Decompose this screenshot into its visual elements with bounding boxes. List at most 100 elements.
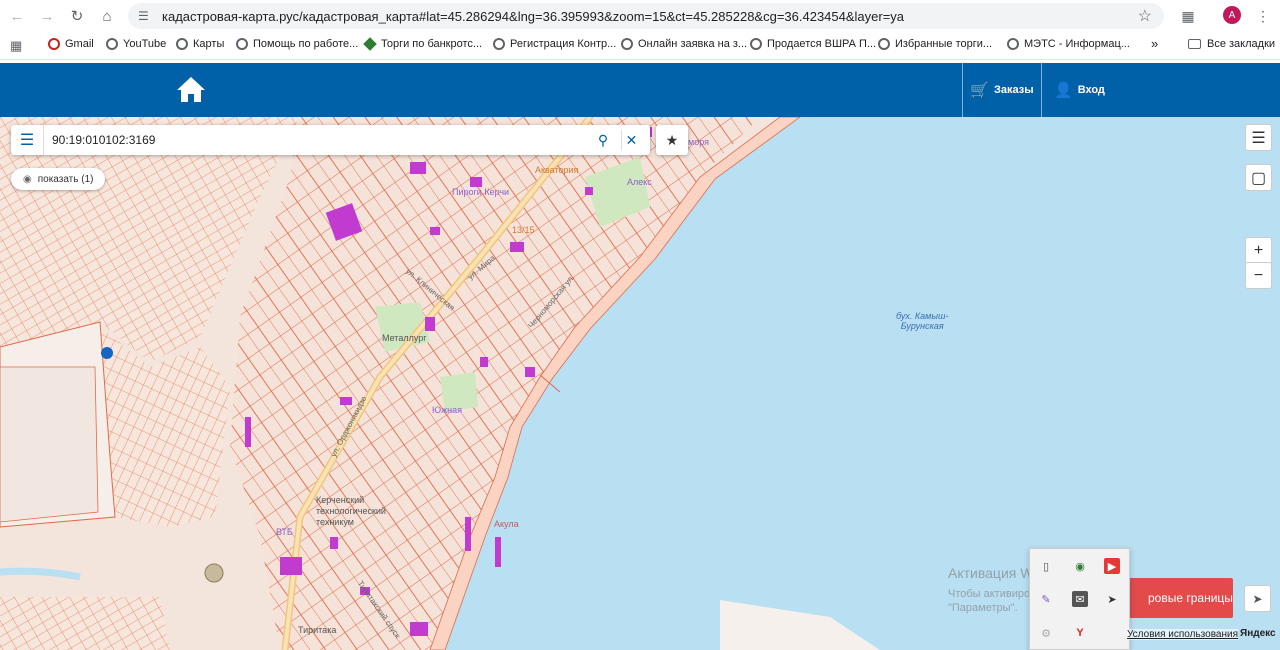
bookmark-help[interactable]: Помощь по работе... — [236, 38, 358, 50]
globe-icon — [878, 38, 890, 50]
bookmark-maps[interactable]: Карты — [176, 38, 224, 50]
orders-button[interactable]: 🛒 Заказы — [962, 63, 1041, 117]
site-info-icon[interactable]: ☰ — [138, 9, 154, 23]
extensions-icon[interactable]: ▦ — [1177, 5, 1199, 27]
kebab-menu-icon[interactable]: ⋮ — [1252, 5, 1274, 27]
bookmark-youtube[interactable]: YouTube — [106, 38, 166, 50]
bookmarks-bar: ▦ Gmail YouTube Карты Помощь по работе..… — [0, 32, 1280, 60]
favorite-star-icon[interactable]: ★ — [656, 125, 688, 155]
poi-akvatoria[interactable]: Акватория — [535, 165, 578, 175]
all-bookmarks[interactable]: Все закладки — [1188, 38, 1275, 50]
bookmark-label: Регистрация Контр... — [510, 38, 617, 50]
bay-label-line1: бух. Камыш- — [896, 311, 949, 321]
forward-icon[interactable]: → — [34, 3, 60, 29]
bookmark-label: Избранные торги... — [895, 38, 993, 50]
site-home-icon[interactable] — [175, 75, 207, 105]
bookmark-registration[interactable]: Регистрация Контр... — [493, 38, 616, 50]
bookmark-label: Продается ВШРА П... — [767, 38, 877, 50]
zoom-in-button[interactable]: + — [1245, 237, 1272, 264]
usb-icon[interactable]: ▯ — [1038, 558, 1054, 574]
settings-icon[interactable]: ⚙ — [1038, 625, 1054, 641]
more-bookmarks-button[interactable]: » — [1151, 36, 1158, 51]
cart-icon: 🛒 — [970, 82, 990, 99]
mail-icon[interactable]: ✉ — [1072, 591, 1088, 607]
globe-icon — [750, 38, 762, 50]
bookmark-star-icon[interactable]: ☆ — [1138, 6, 1152, 26]
back-icon[interactable]: ← — [4, 3, 30, 29]
yandex-logo: Яндекс — [1240, 628, 1276, 639]
cadastral-borders-label: ровые границы — [1148, 591, 1233, 605]
bookmark-for-sale[interactable]: Продается ВШРА П... — [750, 38, 876, 50]
globe-icon — [1007, 38, 1019, 50]
bookmark-label: Gmail — [65, 38, 94, 50]
poi-aleks[interactable]: Алекс — [627, 177, 652, 187]
bookmark-label: МЭТС - Информац... — [1024, 38, 1130, 50]
poi-technikum-line2: технологический — [316, 506, 386, 516]
torgi-icon — [363, 37, 377, 51]
terms-link[interactable]: Условия использования — [1127, 629, 1238, 640]
shield-icon[interactable]: ◉ — [1072, 558, 1088, 574]
login-button[interactable]: 👤 Вход — [1041, 63, 1280, 117]
bay-label-line2: Бурунская — [900, 321, 944, 331]
poi-vtb[interactable]: ВТБ — [276, 527, 293, 537]
poi-akula[interactable]: Акула — [494, 519, 519, 529]
bookmark-favorite-tenders[interactable]: Избранные торги... — [878, 38, 992, 50]
poi-more[interactable]: моря — [688, 137, 709, 147]
address-bar[interactable]: ☰ кадастровая-карта.рус/кадастровая_карт… — [128, 3, 1164, 29]
globe-icon — [493, 38, 505, 50]
poi-metallurg[interactable]: Металлург — [382, 333, 427, 343]
system-tray-popup: ▯ ◉ ▶ ✎ ✉ ➤ ⚙ Y — [1029, 548, 1130, 650]
show-results-button[interactable]: ◉ показать (1) — [11, 168, 106, 190]
yandex-icon[interactable]: Y — [1072, 625, 1088, 641]
layers-icon[interactable]: ☰ — [1245, 124, 1272, 151]
bay-label: бух. Камыш- Бурунская — [896, 311, 948, 331]
video-icon[interactable]: ▶ — [1104, 558, 1120, 574]
folder-icon — [1188, 39, 1201, 49]
poi-technikum-line3: техникум — [316, 517, 354, 527]
poi-technikum-line1: Керченский — [316, 495, 365, 505]
gmail-icon — [48, 38, 60, 50]
profile-avatar[interactable]: A — [1223, 6, 1241, 24]
home-icon[interactable]: ⌂ — [94, 3, 120, 29]
apps-grid-icon[interactable]: ▦ — [10, 38, 22, 54]
bookmark-gmail[interactable]: Gmail — [48, 38, 94, 50]
poi-pirogi[interactable]: Пироги Керчи — [452, 187, 509, 197]
user-icon: 👤 — [1054, 82, 1073, 99]
orders-label: Заказы — [994, 84, 1034, 96]
bookmark-label: Торги по банкротс... — [381, 38, 483, 50]
poi-tiritaka[interactable]: Тиритака — [298, 625, 336, 635]
bookmark-label: Онлайн заявка на з... — [638, 38, 748, 50]
yandex-logo-text: Яндекс — [1240, 628, 1276, 639]
poi-number[interactable]: 13/15 — [512, 225, 535, 235]
cadastral-borders-button[interactable]: ровые границы — [1120, 578, 1233, 618]
measure-icon[interactable]: ▢ — [1245, 164, 1272, 191]
globe-icon — [236, 38, 248, 50]
menu-icon[interactable]: ☰ — [11, 125, 44, 155]
url-text[interactable]: кадастровая-карта.рус/кадастровая_карта#… — [162, 9, 904, 24]
bookmark-mets[interactable]: МЭТС - Информац... — [1007, 38, 1130, 50]
all-bookmarks-label: Все закладки — [1207, 38, 1276, 50]
globe-icon — [106, 38, 118, 50]
bookmark-online-request[interactable]: Онлайн заявка на з... — [621, 38, 747, 50]
poi-yuzhnaya[interactable]: Южная — [432, 405, 462, 415]
globe-icon — [176, 38, 188, 50]
cadastral-search-input[interactable] — [52, 133, 582, 147]
bookmark-label: Карты — [193, 38, 225, 50]
zoom-out-button[interactable]: − — [1245, 262, 1272, 289]
globe-icon — [621, 38, 633, 50]
pen-icon[interactable]: ✎ — [1038, 591, 1054, 607]
bookmark-label: YouTube — [123, 38, 167, 50]
browser-toolbar: ← → ↻ ⌂ ☰ кадастровая-карта.рус/кадастро… — [0, 0, 1280, 32]
eye-icon: ◉ — [23, 173, 32, 185]
clear-icon[interactable]: ✕ — [621, 130, 641, 150]
search-icon[interactable]: ⚲ — [593, 130, 613, 150]
poi-technikum[interactable]: Керченский технологический техникум — [316, 495, 386, 528]
site-header: 🛒 Заказы 👤 Вход — [0, 63, 1280, 117]
login-label: Вход — [1077, 84, 1105, 96]
telegram-icon[interactable]: ➤ — [1104, 591, 1120, 607]
reload-icon[interactable]: ↻ — [64, 3, 90, 29]
bookmark-label: Помощь по работе... — [253, 38, 359, 50]
bookmark-bankruptcy[interactable]: Торги по банкротс... — [363, 37, 483, 51]
show-results-label: показать (1) — [37, 173, 94, 185]
locate-arrow-icon[interactable]: ➤ — [1244, 585, 1271, 612]
